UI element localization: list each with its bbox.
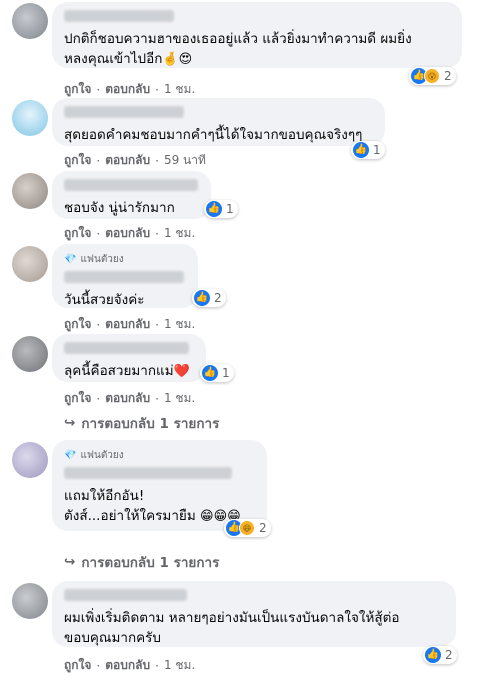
avatar[interactable] <box>12 583 48 619</box>
commenter-name[interactable] <box>64 467 232 479</box>
reply-arrow-icon: ↪ <box>64 415 76 431</box>
like-icon: 👍 <box>206 201 222 217</box>
comment-actions: ถูกใจ · ตอบกลับ · 59 นาที <box>64 151 206 170</box>
timestamp[interactable]: 1 ชม. <box>164 80 195 99</box>
avatar[interactable] <box>12 246 48 282</box>
comment-text: ชอบจัง นู่น่ารักมาก <box>64 200 175 216</box>
like-icon: 👍 <box>425 647 441 663</box>
reply-button[interactable]: ตอบกลับ <box>105 151 150 170</box>
fan-badge-label: แฟนตัวยง <box>80 254 124 265</box>
avatar[interactable] <box>12 173 48 209</box>
like-button[interactable]: ถูกใจ <box>64 315 91 334</box>
comment-text: ปกติก็ชอบความฮาของเธออยู่แล้ว แล้วยิ่งมา… <box>64 31 412 67</box>
avatar[interactable] <box>12 3 48 39</box>
reaction-summary[interactable]: 👍 😆 2 <box>224 519 271 537</box>
comment-bubble: สุดยอดคำคมชอบมากคำๆนี้ได้ใจมากขอบคุณจริง… <box>52 98 385 146</box>
timestamp[interactable]: 1 ชม. <box>164 389 195 408</box>
comment-text: ลุคนี้คือสวยมากแม่❤️ <box>64 363 190 379</box>
reaction-summary[interactable]: 👍 1 <box>204 200 238 218</box>
reply-button[interactable]: ตอบกลับ <box>105 315 150 334</box>
fan-badge-label: แฟนตัวยง <box>80 450 124 461</box>
fan-badge[interactable]: 💎 แฟนตัวยง <box>64 252 186 267</box>
reaction-count: 2 <box>259 521 267 535</box>
avatar[interactable] <box>12 100 48 136</box>
like-icon: 👍 <box>353 142 369 158</box>
commenter-name[interactable] <box>64 106 184 118</box>
reaction-count: 1 <box>373 143 381 157</box>
comment-actions: ถูกใจ · ตอบกลับ · 1 ชม. <box>64 656 195 675</box>
reply-button[interactable]: ตอบกลับ <box>105 224 150 243</box>
comment-bubble: ชอบจัง นู่น่ารักมาก <box>52 171 211 219</box>
fan-badge[interactable]: 💎 แฟนตัวยง <box>64 448 255 463</box>
comment-actions: ถูกใจ · ตอบกลับ · 1 ชม. <box>64 224 195 243</box>
reaction-count: 2 <box>445 648 453 662</box>
commenter-name[interactable] <box>64 179 198 191</box>
replies-count-label: การตอบกลับ 1 รายการ <box>81 555 220 571</box>
comment-text: สุดยอดคำคมชอบมากคำๆนี้ได้ใจมากขอบคุณจริง… <box>64 127 363 143</box>
haha-icon: 😆 <box>239 520 255 536</box>
comment-actions: ถูกใจ · ตอบกลับ · 1 ชม. <box>64 389 195 408</box>
avatar[interactable] <box>12 442 48 478</box>
comment-actions: ถูกใจ · ตอบกลับ · 1 ชม. <box>64 80 195 99</box>
like-button[interactable]: ถูกใจ <box>64 151 91 170</box>
comment-text: ผมเพิ่งเริ่มติดตาม หลายๆอย่างมันเป็นแรงบ… <box>64 610 400 646</box>
reply-arrow-icon: ↪ <box>64 554 76 570</box>
like-button[interactable]: ถูกใจ <box>64 656 91 675</box>
timestamp[interactable]: 1 ชม. <box>164 224 195 243</box>
comment-text: วันนี้สวยจังค่ะ <box>64 292 145 308</box>
reply-button[interactable]: ตอบกลับ <box>105 656 150 675</box>
timestamp[interactable]: 59 นาที <box>164 151 206 170</box>
comment-bubble: ลุคนี้คือสวยมากแม่❤️ <box>52 334 206 382</box>
reaction-summary[interactable]: 👍 2 <box>423 646 457 664</box>
like-button[interactable]: ถูกใจ <box>64 224 91 243</box>
reaction-count: 2 <box>214 291 222 305</box>
reaction-summary[interactable]: 👍 1 <box>200 364 234 382</box>
reaction-count: 1 <box>226 202 234 216</box>
wow-icon: 😮 <box>424 68 440 84</box>
comment-actions: ถูกใจ · ตอบกลับ · 1 ชม. <box>64 315 195 334</box>
avatar[interactable] <box>12 336 48 372</box>
comment-bubble: ปกติก็ชอบความฮาของเธออยู่แล้ว แล้วยิ่งมา… <box>52 2 462 68</box>
reply-button[interactable]: ตอบกลับ <box>105 80 150 99</box>
diamond-icon: 💎 <box>64 254 77 265</box>
like-button[interactable]: ถูกใจ <box>64 389 91 408</box>
reaction-count: 1 <box>222 366 230 380</box>
diamond-icon: 💎 <box>64 450 77 461</box>
reply-button[interactable]: ตอบกลับ <box>105 389 150 408</box>
like-icon: 👍 <box>202 365 218 381</box>
timestamp[interactable]: 1 ชม. <box>164 315 195 334</box>
reaction-count: 2 <box>444 69 452 83</box>
comment-bubble: 💎 แฟนตัวยง วันนี้สวยจังค่ะ <box>52 244 198 308</box>
comment-bubble: 💎 แฟนตัวยง แถมให้อีกอัน! ตังส์...อย่าให้… <box>52 440 267 531</box>
reaction-summary[interactable]: 👍 1 <box>351 141 385 159</box>
timestamp[interactable]: 1 ชม. <box>164 656 195 675</box>
reaction-summary[interactable]: 👍 😮 2 <box>409 67 456 85</box>
replies-count-label: การตอบกลับ 1 รายการ <box>81 416 220 432</box>
like-icon: 👍 <box>194 290 210 306</box>
comment-bubble: ผมเพิ่งเริ่มติดตาม หลายๆอย่างมันเป็นแรงบ… <box>52 581 456 647</box>
view-replies-link[interactable]: ↪ การตอบกลับ 1 รายการ <box>64 551 219 573</box>
commenter-name[interactable] <box>64 589 187 601</box>
like-button[interactable]: ถูกใจ <box>64 80 91 99</box>
commenter-name[interactable] <box>64 271 184 283</box>
view-replies-link[interactable]: ↪ การตอบกลับ 1 รายการ <box>64 412 219 434</box>
reaction-summary[interactable]: 👍 2 <box>192 289 226 307</box>
commenter-name[interactable] <box>64 10 174 22</box>
commenter-name[interactable] <box>64 342 189 354</box>
